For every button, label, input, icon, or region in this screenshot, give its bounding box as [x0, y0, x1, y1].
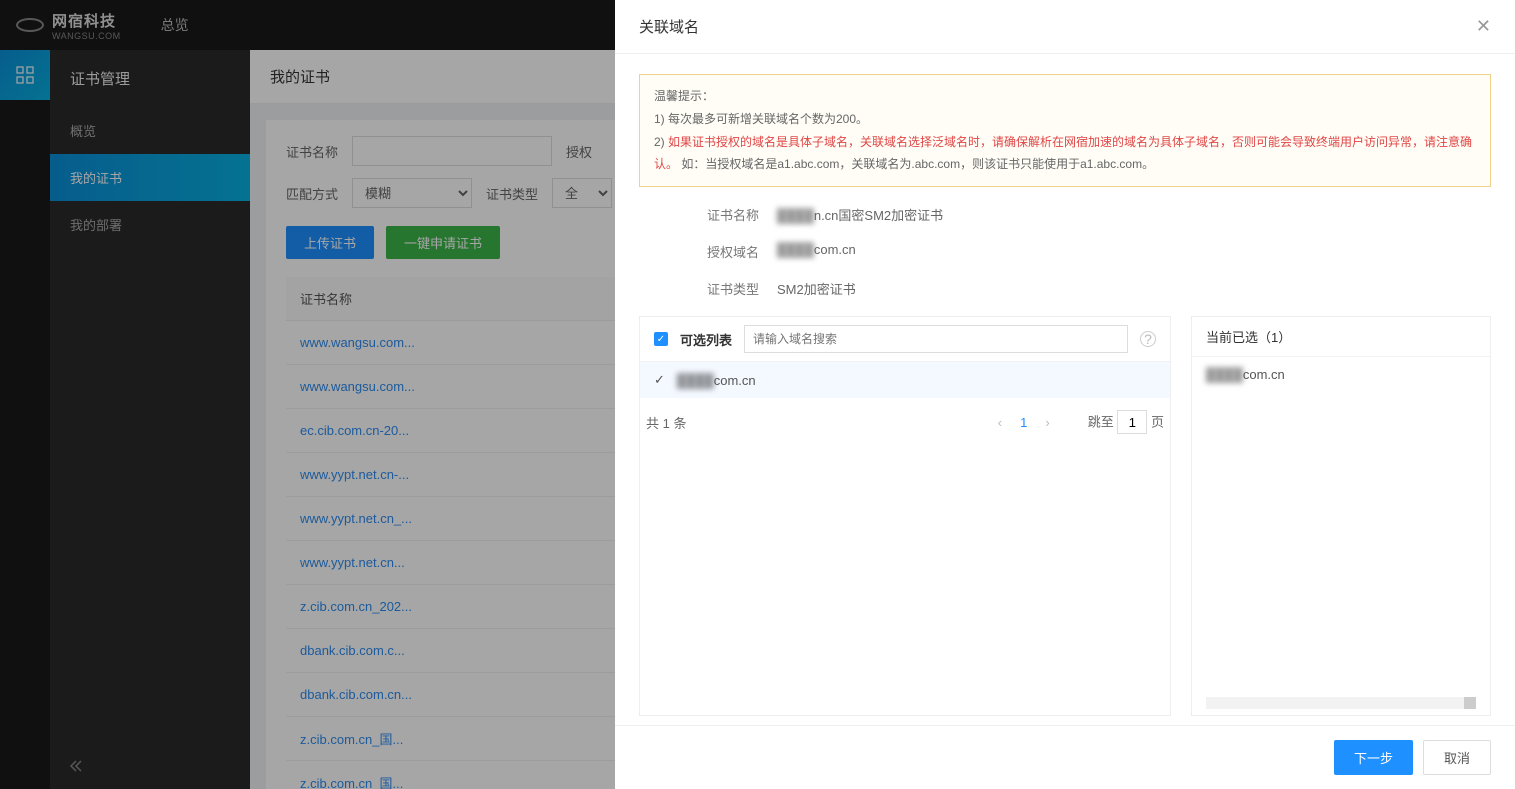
tip-line-1: 1) 每次最多可新增关联域名个数为200。 — [654, 108, 1476, 131]
info-cert-name: 证书名称 ████n.cn国密SM2加密证书 — [689, 205, 1491, 224]
selected-title: 当前已选（1） — [1192, 317, 1490, 357]
transfer-selected: 当前已选（1） ████com.cn — [1191, 316, 1491, 716]
modal-title: 关联域名 — [639, 16, 699, 37]
selected-item: ████com.cn — [1192, 357, 1490, 392]
help-icon[interactable]: ? — [1140, 331, 1156, 347]
pager-prev-icon[interactable]: ‹ — [998, 415, 1002, 430]
domain-search-input[interactable] — [744, 325, 1128, 353]
tip-box: 温馨提示： 1) 每次最多可新增关联域名个数为200。 2) 如果证书授权的域名… — [639, 74, 1491, 187]
associate-domain-modal: 关联域名 ✕ 温馨提示： 1) 每次最多可新增关联域名个数为200。 2) 如果… — [615, 0, 1515, 789]
tip-title: 温馨提示： — [654, 85, 1476, 108]
item-checkbox[interactable]: ✓ — [654, 372, 665, 388]
close-icon[interactable]: ✕ — [1476, 16, 1491, 37]
available-title: 可选列表 — [680, 330, 732, 349]
info-cert-type: 证书类型 SM2加密证书 — [689, 279, 1491, 298]
horizontal-scrollbar[interactable] — [1206, 697, 1476, 709]
available-item[interactable]: ✓ ████com.cn — [640, 362, 1170, 398]
next-button[interactable]: 下一步 — [1334, 740, 1413, 775]
pager-next-icon[interactable]: › — [1045, 415, 1049, 430]
transfer-available: ✓ 可选列表 ? ✓ ████com.cn 共 1 条 ‹ 1 › 跳至 页 — [639, 316, 1171, 716]
pager-jump-input[interactable] — [1117, 410, 1147, 434]
select-all-checkbox[interactable]: ✓ — [654, 332, 668, 346]
pager-total: 共 1 条 — [646, 413, 686, 432]
tip-line-2: 2) 如果证书授权的域名是具体子域名，关联域名选择泛域名时，请确保解析在网宿加速… — [654, 131, 1476, 177]
info-auth-domain: 授权域名 ████com.cn — [689, 242, 1491, 261]
cancel-button[interactable]: 取消 — [1423, 740, 1491, 775]
pager-current[interactable]: 1 — [1020, 415, 1027, 430]
